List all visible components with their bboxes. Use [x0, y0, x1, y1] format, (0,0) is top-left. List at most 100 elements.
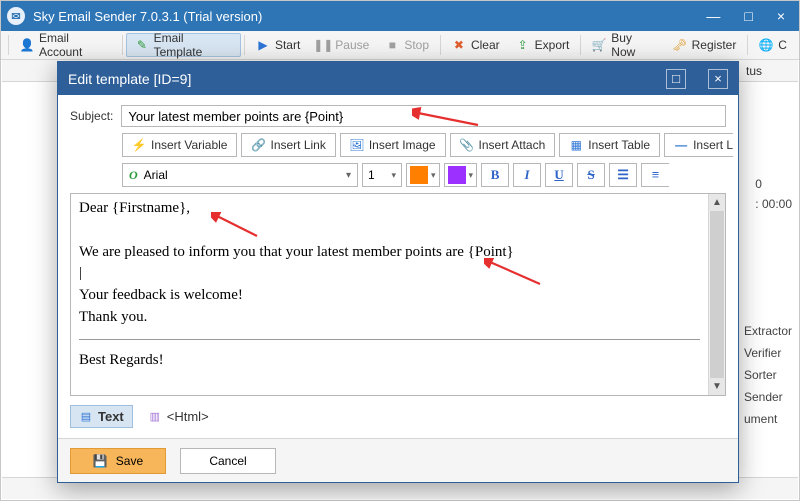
side-sorter[interactable]: Sorter — [742, 364, 794, 386]
scroll-up-icon[interactable]: ▲ — [709, 194, 725, 211]
editor-format-toolbar: O Arial ▾ 1 ▾ ▾ ▾ B I U S ☰ ≡ — [122, 163, 726, 187]
insert-image-label: Insert Image — [369, 138, 436, 152]
key-icon: 🗝 — [673, 38, 687, 52]
column-status-truncated: tus — [738, 64, 798, 78]
text-cursor — [79, 263, 700, 285]
close-button[interactable]: × — [777, 8, 785, 24]
editor-area: Dear {Firstname}, We are pleased to info… — [70, 193, 726, 396]
insert-variable-label: Insert Variable — [151, 138, 227, 152]
editor-body[interactable]: Dear {Firstname}, We are pleased to info… — [71, 194, 708, 395]
cancel-button[interactable]: Cancel — [180, 448, 276, 474]
register-button[interactable]: 🗝 Register — [665, 33, 745, 57]
stop-label: Stop — [404, 38, 429, 52]
tab-html-label: <Html> — [167, 409, 209, 424]
body-line1: Dear {Firstname}, — [79, 198, 700, 220]
info-zero: 0 — [755, 174, 792, 194]
editor-mode-tabs: ▤ Text ▥ <Html> — [70, 402, 726, 428]
template-icon: ✎ — [135, 38, 148, 52]
cart-icon: 🛒 — [592, 38, 606, 52]
body-line5: Best Regards! — [79, 350, 700, 372]
color-swatch-orange — [410, 166, 428, 184]
side-sender[interactable]: Sender — [742, 386, 794, 408]
stop-icon: ■ — [385, 38, 399, 52]
chevron-down-icon: ▾ — [469, 170, 474, 181]
insert-link-label: Insert Link — [270, 138, 325, 152]
clear-label: Clear — [471, 38, 500, 52]
pause-label: Pause — [335, 38, 369, 52]
stop-button[interactable]: ■ Stop — [377, 33, 437, 57]
window-controls: — □ × — [706, 8, 793, 24]
insert-line-button-truncated[interactable]: — Insert L — [664, 133, 733, 157]
chevron-down-icon: ▾ — [346, 170, 351, 181]
font-size-value: 1 — [368, 168, 375, 182]
editor-scrollbar[interactable]: ▲ ▼ — [708, 194, 725, 395]
bullet-list-button[interactable]: ☰ — [609, 163, 637, 187]
text-color-button[interactable]: ▾ — [406, 163, 440, 187]
check-update-label: C — [778, 38, 787, 52]
scroll-down-icon[interactable]: ▼ — [709, 378, 725, 395]
background-sidelist: Extractor Verifier Sorter Sender ument — [742, 320, 794, 430]
save-button[interactable]: 💾 Save — [70, 448, 166, 474]
bold-button[interactable]: B — [481, 163, 509, 187]
insert-link-button[interactable]: 🔗 Insert Link — [241, 133, 335, 157]
background-run-info: 0 : 00:00 — [755, 174, 792, 214]
subject-row: Subject: — [70, 105, 726, 127]
body-line4: Thank you. — [79, 307, 700, 329]
email-account-button[interactable]: 👤 Email Account — [12, 33, 119, 57]
start-button[interactable]: ▶ Start — [248, 33, 308, 57]
export-button[interactable]: ⇪ Export — [508, 33, 578, 57]
font-select[interactable]: O Arial ▾ — [122, 163, 358, 187]
dialog-maximize-button[interactable]: □ — [666, 69, 686, 89]
insert-variable-button[interactable]: ⚡ Insert Variable — [122, 133, 237, 157]
text-icon: ▤ — [79, 410, 93, 424]
maximize-button[interactable]: □ — [744, 8, 752, 24]
side-verifier[interactable]: Verifier — [742, 342, 794, 364]
save-icon: 💾 — [93, 454, 108, 468]
chevron-down-icon: ▾ — [431, 170, 436, 181]
main-toolbar: 👤 Email Account ✎ Email Template ▶ Start… — [1, 31, 799, 60]
font-name: Arial — [144, 168, 168, 182]
register-label: Register — [692, 38, 737, 52]
side-extractor[interactable]: Extractor — [742, 320, 794, 342]
color-swatch-purple — [448, 166, 466, 184]
pause-button[interactable]: ❚❚ Pause — [308, 33, 377, 57]
globe-icon: 🌐 — [759, 38, 773, 52]
font-o-icon: O — [129, 168, 138, 183]
strike-button[interactable]: S — [577, 163, 605, 187]
buy-now-button[interactable]: 🛒 Buy Now — [584, 33, 664, 57]
minus-icon: — — [674, 138, 688, 152]
italic-button[interactable]: I — [513, 163, 541, 187]
insert-table-button[interactable]: ▦ Insert Table — [559, 133, 660, 157]
insert-attach-button[interactable]: 📎 Insert Attach — [450, 133, 556, 157]
dialog-footer: 💾 Save Cancel — [58, 438, 738, 482]
tab-html[interactable]: ▥ <Html> — [139, 405, 218, 428]
horizontal-rule — [79, 339, 700, 340]
pause-icon: ❚❚ — [316, 38, 330, 52]
number-list-button[interactable]: ≡ — [641, 163, 669, 187]
link-icon: 🔗 — [251, 138, 265, 152]
save-label: Save — [116, 454, 143, 468]
email-template-label: Email Template — [154, 31, 232, 59]
export-icon: ⇪ — [516, 38, 530, 52]
window-title: Sky Email Sender 7.0.3.1 (Trial version) — [33, 9, 262, 24]
app-icon: ✉ — [7, 7, 25, 25]
email-template-button[interactable]: ✎ Email Template — [126, 33, 241, 57]
subject-label: Subject: — [70, 109, 113, 123]
dialog-close-button[interactable]: × — [708, 69, 728, 89]
subject-input[interactable] — [121, 105, 726, 127]
tab-text[interactable]: ▤ Text — [70, 405, 133, 428]
insert-image-button[interactable]: 🖼 Insert Image — [340, 133, 446, 157]
minimize-button[interactable]: — — [706, 8, 720, 24]
check-update-button-truncated[interactable]: 🌐 C — [751, 33, 795, 57]
side-ument[interactable]: ument — [742, 408, 794, 430]
body-line2: We are pleased to inform you that your l… — [79, 242, 700, 264]
highlight-color-button[interactable]: ▾ — [444, 163, 478, 187]
clear-button[interactable]: ✖ Clear — [444, 33, 508, 57]
underline-button[interactable]: U — [545, 163, 573, 187]
main-titlebar: ✉ Sky Email Sender 7.0.3.1 (Trial versio… — [1, 1, 799, 31]
font-size-select[interactable]: 1 ▾ — [362, 163, 402, 187]
export-label: Export — [535, 38, 570, 52]
bolt-icon: ⚡ — [132, 138, 146, 152]
insert-table-label: Insert Table — [588, 138, 650, 152]
buy-now-label: Buy Now — [611, 31, 656, 59]
